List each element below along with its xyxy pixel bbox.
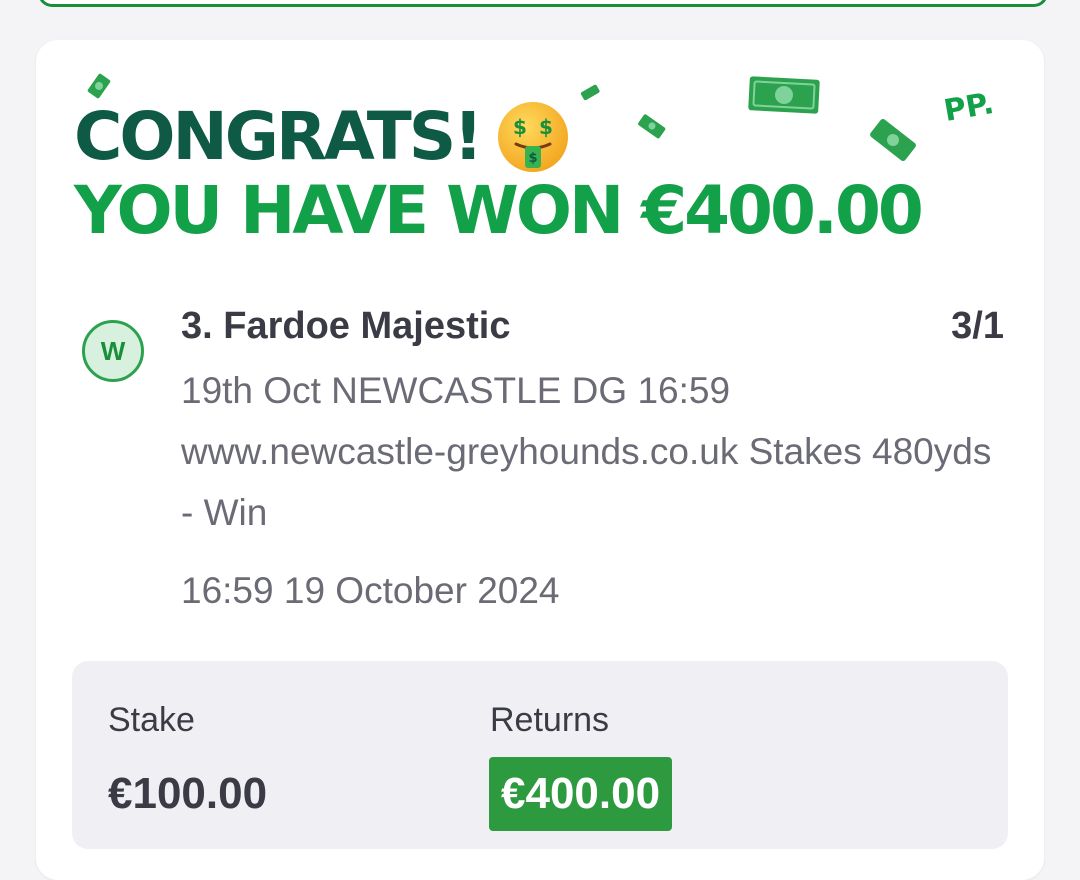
returns-label: Returns <box>490 701 610 739</box>
won-amount-heading: YOU HAVE WON €400.00 <box>74 172 924 249</box>
returns-value: €400.00 <box>489 757 673 831</box>
money-bill-icon <box>748 76 820 114</box>
svg-text:$: $ <box>513 115 527 139</box>
money-mouth-face-icon: $ $ $ <box>498 102 569 172</box>
svg-text:$: $ <box>539 115 553 139</box>
stake-label: Stake <box>108 701 195 739</box>
money-bill-icon <box>580 84 600 101</box>
money-bill-icon <box>870 118 916 162</box>
selection-name: 3. Fardoe Majestic <box>181 305 511 347</box>
svg-text:$: $ <box>529 151 538 166</box>
congrats-title: CONGRATS! <box>74 98 483 175</box>
previous-card-edge <box>38 0 1048 7</box>
money-bill-icon <box>638 114 666 139</box>
stake-value: €100.00 <box>108 769 268 818</box>
win-status-badge: W <box>82 320 144 382</box>
event-datetime: 16:59 19 October 2024 <box>181 570 560 611</box>
bet-summary-panel: Stake €100.00 Returns €400.00 <box>72 661 1008 849</box>
congrats-heading: CONGRATS! $ $ $ <box>74 98 570 176</box>
event-description: 19th Oct NEWCASTLE DG 16:59 www.newcastl… <box>181 370 992 533</box>
odds-value: 3/1 <box>951 305 1004 347</box>
